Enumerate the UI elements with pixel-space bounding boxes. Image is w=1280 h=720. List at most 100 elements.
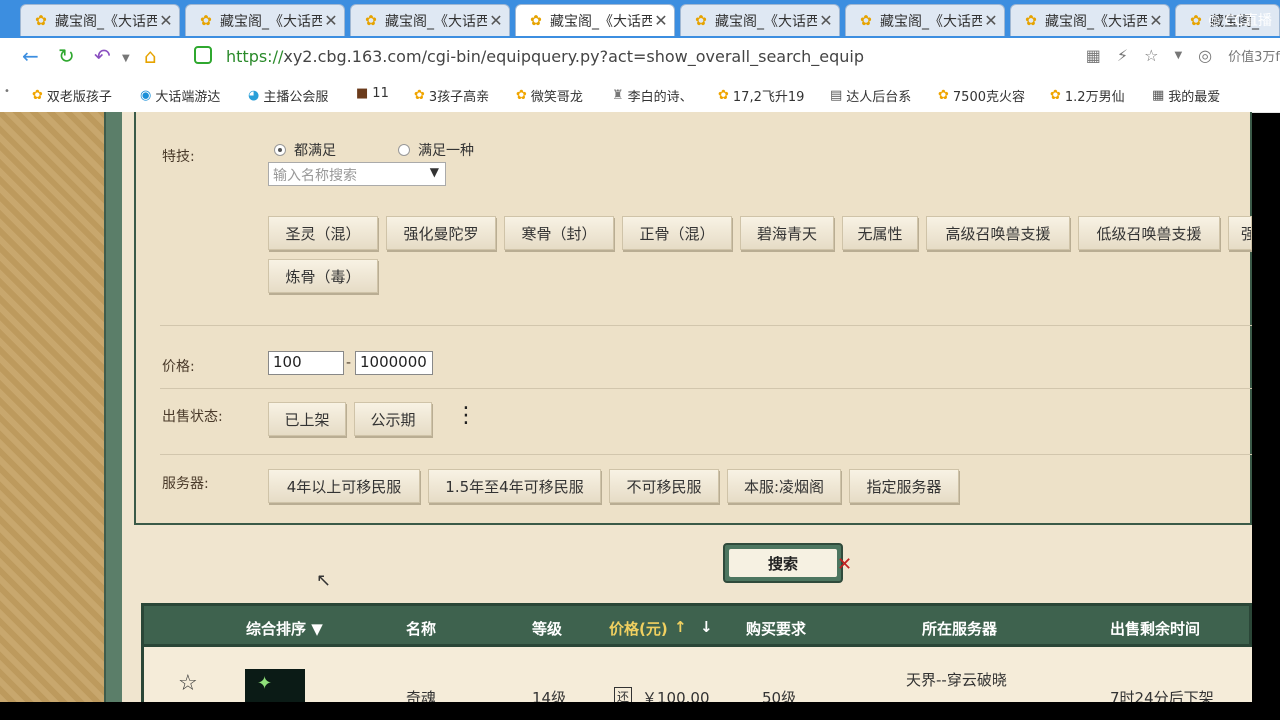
item-image-icon: ✦ — [257, 673, 273, 694]
price-sort-header[interactable]: 价格(元) — [609, 618, 668, 639]
bookmark-item[interactable]: ▤ 达人后台系 — [830, 86, 911, 105]
currency-badge: 还 — [614, 687, 633, 702]
chevron-down-icon[interactable]: ▼ — [122, 48, 130, 70]
browser-tab[interactable]: ✿ 藏宝阁_《大话西 ✕ — [185, 4, 345, 36]
cbg-favicon-icon: ✿ — [365, 12, 377, 29]
sort-overall-header[interactable]: 综合排序 ▼ — [246, 618, 323, 639]
bookmark-item[interactable]: ✿ 7500克火容 — [938, 86, 1025, 105]
server-label: 服务器: — [162, 476, 209, 492]
server-option-button[interactable]: 4年以上可移民服 — [268, 469, 420, 503]
price-max-input[interactable]: 1000000 — [355, 351, 433, 375]
results-table-header: 综合排序 ▼ 名称 等级 价格(元) ↑ ↓ 购买要求 所在服务器 出售剩余时间 — [141, 603, 1252, 647]
bookmark-item[interactable]: ✿ 1.2万男仙 — [1050, 86, 1125, 105]
back-icon[interactable]: ← — [22, 45, 39, 67]
reload-icon[interactable]: ↻ — [58, 45, 75, 67]
bookmark-label: 1.2万男仙 — [1064, 90, 1125, 105]
security-shield-icon[interactable] — [194, 46, 212, 64]
browser-tab[interactable]: ✿ 藏宝阁_《大话西 ✕ — [20, 4, 180, 36]
price-min-input[interactable]: 100 — [268, 351, 344, 375]
close-icon[interactable]: ✕ — [652, 11, 670, 30]
bookmark-folder[interactable]: ▦ 我的最爱 — [1152, 86, 1220, 105]
skill-button[interactable]: 碧海青天 — [740, 216, 834, 250]
skill-search-select[interactable]: 输入名称搜索 ▼ — [268, 162, 446, 186]
bookmark-favicon-icon: ♜ — [612, 88, 624, 103]
arrow-up-icon[interactable]: ↑ — [674, 618, 687, 636]
star-icon[interactable]: ☆ — [1144, 46, 1158, 65]
chevron-down-icon[interactable]: ▼ — [1174, 50, 1182, 61]
server-option-button[interactable]: 本服:凌烟阁 — [727, 469, 841, 503]
bookmark-label: 我的最爱 — [1168, 90, 1221, 105]
search-engine-icon[interactable]: ◎ — [1198, 46, 1212, 65]
close-icon[interactable]: ✕ — [322, 11, 340, 30]
server-option-button[interactable]: 1.5年至4年可移民服 — [428, 469, 601, 503]
skill-button[interactable]: 强 — [1228, 216, 1252, 250]
search-box-text[interactable]: 价值3万f — [1228, 46, 1280, 65]
bookmark-favicon-icon: ■ — [356, 86, 369, 101]
server-option-button[interactable]: 不可移民服 — [609, 469, 719, 503]
tab-label: 藏宝阁_《大话西 — [55, 13, 157, 30]
bookmark-label: 主播公会服 — [263, 90, 329, 105]
browser-tab-bar: ✿ 藏宝阁_《大话西 ✕ ✿ 藏宝阁_《大话西 ✕ ✿ 藏宝阁_《大话西 ✕ ✿ 藏宝阁_《大… — [0, 0, 1280, 38]
bookmark-item[interactable]: ■ 11 — [356, 86, 389, 101]
lightning-icon[interactable]: ⚡ — [1117, 46, 1128, 65]
skill-button[interactable]: 高级召唤兽支援 — [926, 216, 1070, 250]
close-icon[interactable]: ✕ — [157, 11, 175, 30]
cbg-favicon-icon: ✿ — [1025, 12, 1037, 29]
skill-button[interactable]: 强化曼陀罗 — [386, 216, 496, 250]
home-icon[interactable]: ⌂ — [144, 45, 157, 67]
url-host: xy2.cbg.163.com — [283, 47, 422, 66]
radio-all-match[interactable]: 都满足 — [274, 140, 336, 160]
item-thumbnail[interactable]: ✦ — [245, 669, 305, 702]
specify-server-button[interactable]: 指定服务器 — [849, 469, 959, 503]
close-icon[interactable]: ✕ — [1147, 11, 1165, 30]
skill-search-placeholder: 输入名称搜索 — [273, 168, 357, 184]
bookmark-item[interactable]: ✿ 双老版孩子 — [32, 86, 112, 105]
close-icon[interactable]: ✕ — [982, 11, 1000, 30]
left-border-decoration — [104, 112, 124, 702]
time-left-header: 出售剩余时间 — [1110, 620, 1201, 638]
bookmark-favicon-icon: ✿ — [516, 88, 527, 103]
close-icon[interactable]: ✕ — [817, 11, 835, 30]
price-separator: - — [346, 355, 352, 371]
cbg-favicon-icon: ✿ — [695, 12, 707, 29]
status-listed-button[interactable]: 已上架 — [268, 402, 346, 436]
browser-tab-active[interactable]: ✿ 藏宝阁_《大话西 ✕ — [515, 4, 675, 36]
bookmark-item[interactable]: ♜ 李白的诗、 — [612, 86, 693, 105]
bookmark-item[interactable]: ✿ 17,2飞升19 — [718, 86, 804, 105]
skill-button[interactable]: 低级召唤兽支援 — [1078, 216, 1220, 250]
skill-button[interactable]: 无属性 — [842, 216, 918, 250]
search-button[interactable]: 搜索 — [723, 543, 843, 583]
bookmark-item[interactable]: ✿ 3孩子高亲 — [414, 86, 489, 105]
skill-button[interactable]: 圣灵（混） — [268, 216, 378, 250]
bookmark-favicon-icon: ✿ — [718, 88, 729, 103]
browser-tab[interactable]: ✿ 藏宝阁_《大话西 ✕ — [845, 4, 1005, 36]
status-preview-button[interactable]: 公示期 — [354, 402, 432, 436]
more-vertical-icon[interactable]: ⋮ — [455, 405, 477, 427]
bookmark-favicon-icon: ▤ — [830, 88, 843, 103]
decor-cross-icon: ✕ — [837, 554, 853, 575]
skill-button[interactable]: 炼骨（毒） — [268, 259, 378, 293]
skill-button[interactable]: 寒骨（封） — [504, 216, 614, 250]
cbg-favicon-icon: ✿ — [200, 12, 212, 29]
browser-tab[interactable]: ✿ 藏宝阁_《大话西 ✕ — [350, 4, 510, 36]
item-name[interactable]: 奇魂 — [406, 687, 436, 702]
favorite-star-icon[interactable]: ☆ — [178, 671, 198, 696]
url-field[interactable]: https://xy2.cbg.163.com/cgi-bin/equipque… — [226, 47, 864, 66]
browser-tab[interactable]: ✿ 藏宝阁_《大话西 ✕ — [680, 4, 840, 36]
item-server: 天界--穿云破晓 — [906, 671, 1007, 689]
undo-icon[interactable]: ↶ — [94, 45, 111, 67]
radio-one-match[interactable]: 满足一种 — [398, 140, 474, 160]
bookmark-handle-icon: • — [4, 86, 10, 97]
browser-tab[interactable]: ✿ 藏宝阁_《大话西 ✕ — [1010, 4, 1170, 36]
bookmark-item[interactable]: ◉ 大话端游达 — [140, 86, 220, 105]
server-header: 所在服务器 — [922, 620, 998, 638]
arrow-down-icon[interactable]: ↓ — [700, 618, 713, 636]
left-decoration — [0, 112, 104, 702]
skill-button[interactable]: 正骨（混） — [622, 216, 732, 250]
table-row[interactable]: ☆ ✦ 奇魂 14级 还 ￥100.00 50级 天界--穿云破晓 7时24分后… — [141, 647, 1252, 702]
bookmark-item[interactable]: ◕ 主播公会服 — [248, 86, 328, 105]
bookmark-label: 双老版孩子 — [46, 90, 112, 105]
qr-code-icon[interactable]: ▦ — [1086, 46, 1101, 65]
bookmark-item[interactable]: ✿ 微笑哥龙 — [516, 86, 583, 105]
close-icon[interactable]: ✕ — [487, 11, 505, 30]
